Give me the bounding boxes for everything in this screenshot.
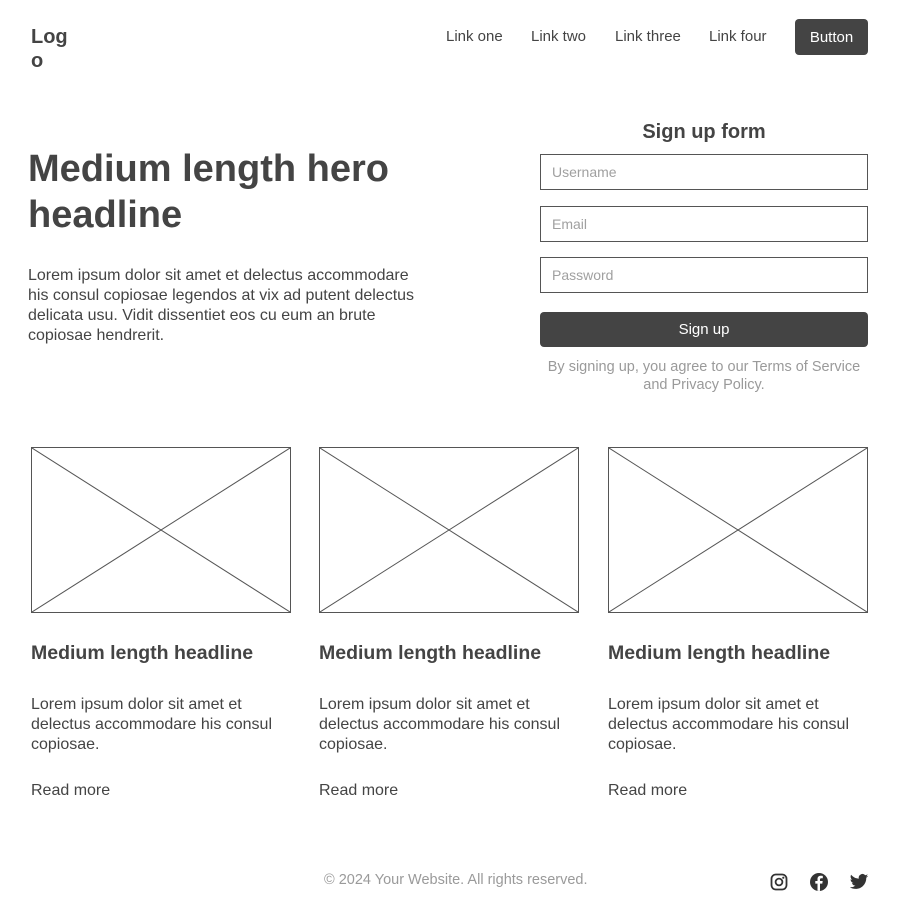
read-more-link[interactable]: Read more: [608, 782, 687, 800]
card-headline: Medium length headline: [608, 642, 831, 664]
card-text: Lorem ipsum dolor sit amet et delectus a…: [608, 696, 850, 753]
card-image-placeholder: [31, 447, 291, 613]
nav-link-two[interactable]: Link two: [531, 28, 586, 45]
card-headline: Medium length headline: [319, 642, 542, 664]
form-title: Sign up form: [642, 121, 766, 143]
instagram-icon[interactable]: [769, 872, 789, 892]
card-image-placeholder: [608, 447, 868, 613]
read-more-link[interactable]: Read more: [31, 782, 110, 800]
facebook-icon[interactable]: [809, 872, 829, 892]
hero-text: Lorem ipsum dolor sit amet et delectus a…: [28, 267, 415, 344]
email-input[interactable]: [540, 206, 868, 242]
card-text: Lorem ipsum dolor sit amet et delectus a…: [31, 696, 273, 753]
logo[interactable]: Logo: [31, 25, 75, 73]
hero-headline: Medium length hero headline: [28, 148, 389, 236]
card-image-placeholder: [319, 447, 579, 613]
terms-text: By signing up, you agree to our Terms of…: [547, 359, 861, 393]
card-text: Lorem ipsum dolor sit amet et delectus a…: [319, 696, 561, 753]
nav-link-four[interactable]: Link four: [709, 28, 767, 45]
sign-up-button[interactable]: Sign up: [540, 312, 868, 347]
nav-link-three[interactable]: Link three: [615, 28, 681, 45]
header-button[interactable]: Button: [795, 19, 868, 55]
card-headline: Medium length headline: [31, 642, 254, 664]
username-input[interactable]: [540, 154, 868, 190]
password-input[interactable]: [540, 257, 868, 293]
twitter-icon[interactable]: [849, 872, 869, 892]
read-more-link[interactable]: Read more: [319, 782, 398, 800]
nav-link-one[interactable]: Link one: [446, 28, 503, 45]
footer-copyright: © 2024 Your Website. All rights reserved…: [324, 872, 588, 888]
